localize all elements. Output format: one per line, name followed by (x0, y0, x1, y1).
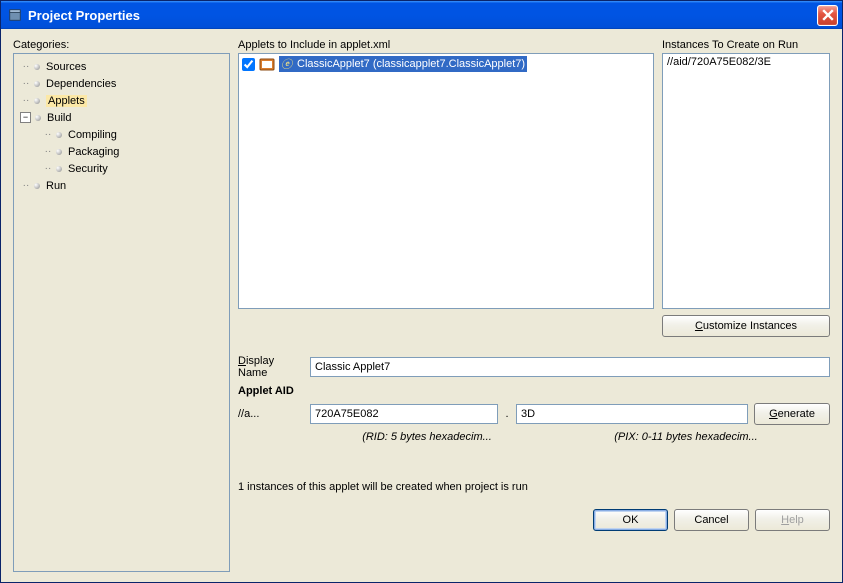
instances-listbox[interactable]: //aid/720A75E082/3E (662, 53, 830, 309)
applets-listbox[interactable]: ⓔ ClassicApplet7 (classicapplet7.Classic… (238, 53, 654, 309)
bullet-icon (34, 98, 40, 104)
tree-item-label: Sources (46, 61, 86, 73)
window-title: Project Properties (28, 8, 817, 23)
applet-aid-label: Applet AID (238, 385, 294, 397)
tree-item-applets[interactable]: ·· Applets (14, 92, 229, 109)
aid-separator: . (504, 408, 510, 420)
project-properties-window: Project Properties Categories: ·· Source… (0, 0, 843, 583)
status-text: 1 instances of this applet will be creat… (238, 481, 830, 493)
rid-hint: (RID: 5 bytes hexadecim... (312, 431, 542, 443)
aid-prefix-label: //a... (238, 408, 304, 420)
right-panel: Applets to Include in applet.xml ⓔ Class… (238, 39, 830, 572)
dialog-button-row: OK Cancel Help (238, 509, 830, 531)
tree-item-label: Packaging (68, 146, 119, 158)
tree-item-run[interactable]: ·· Run (14, 177, 229, 194)
applet-icon (259, 56, 275, 72)
categories-label: Categories: (13, 39, 230, 51)
instance-item[interactable]: //aid/720A75E082/3E (663, 54, 829, 70)
bullet-icon (56, 149, 62, 155)
main-area: Categories: ·· Sources ·· Dependencies ·… (13, 39, 830, 572)
pix-input[interactable] (516, 404, 748, 424)
tree-item-compiling[interactable]: ·· Compiling (14, 126, 229, 143)
class-glyph-icon: ⓔ (281, 56, 292, 72)
tree-item-label: Security (68, 163, 108, 175)
display-name-input[interactable] (310, 357, 830, 377)
tree-item-build[interactable]: − Build (14, 109, 229, 126)
pix-hint: (PIX: 0-11 bytes hexadecim... (542, 431, 830, 443)
bullet-icon (56, 166, 62, 172)
bullet-icon (56, 132, 62, 138)
app-icon (7, 7, 23, 23)
applet-selected-text: ⓔ ClassicApplet7 (classicapplet7.Classic… (279, 56, 527, 72)
close-icon (822, 9, 834, 21)
applet-checkbox[interactable] (242, 58, 255, 71)
customize-row: Customize Instances (238, 315, 830, 337)
rid-input[interactable] (310, 404, 498, 424)
bullet-icon (34, 183, 40, 189)
tree-item-packaging[interactable]: ·· Packaging (14, 143, 229, 160)
tree-item-label: Run (46, 180, 66, 192)
collapse-icon[interactable]: − (20, 112, 31, 123)
applet-aid-row: //a... . Generate (238, 403, 830, 425)
tree-item-dependencies[interactable]: ·· Dependencies (14, 75, 229, 92)
applet-row[interactable]: ⓔ ClassicApplet7 (classicapplet7.Classic… (239, 54, 653, 74)
customize-instances-button[interactable]: Customize Instances (662, 315, 830, 337)
help-button[interactable]: Help (755, 509, 830, 531)
applet-aid-heading-row: Applet AID (238, 385, 830, 397)
bullet-icon (35, 115, 41, 121)
applet-name: ClassicApplet7 (classicapplet7.ClassicAp… (297, 58, 525, 70)
ok-button[interactable]: OK (593, 509, 668, 531)
tree-item-security[interactable]: ·· Security (14, 160, 229, 177)
instances-column: Instances To Create on Run //aid/720A75E… (662, 39, 830, 309)
applets-label: Applets to Include in applet.xml (238, 39, 654, 51)
categories-tree[interactable]: ·· Sources ·· Dependencies ·· Applets − … (13, 53, 230, 572)
titlebar: Project Properties (1, 1, 842, 29)
tree-item-sources[interactable]: ·· Sources (14, 58, 229, 75)
aid-hints-row: (RID: 5 bytes hexadecim... (PIX: 0-11 by… (238, 431, 830, 443)
display-name-row: Display Name (238, 355, 830, 379)
instances-label: Instances To Create on Run (662, 39, 830, 51)
generate-button[interactable]: Generate (754, 403, 830, 425)
categories-section: Categories: ·· Sources ·· Dependencies ·… (13, 39, 230, 572)
form-area: Display Name Applet AID //a... . Generat… (238, 355, 830, 443)
content-area: Categories: ·· Sources ·· Dependencies ·… (1, 29, 842, 582)
applets-column: Applets to Include in applet.xml ⓔ Class… (238, 39, 654, 309)
tree-item-label: Dependencies (46, 78, 116, 90)
tree-item-label: Build (47, 112, 71, 124)
close-button[interactable] (817, 5, 838, 26)
cancel-button[interactable]: Cancel (674, 509, 749, 531)
display-name-label: Display Name (238, 355, 304, 379)
top-lists: Applets to Include in applet.xml ⓔ Class… (238, 39, 830, 309)
tree-item-label: Compiling (68, 129, 117, 141)
bullet-icon (34, 81, 40, 87)
tree-item-label: Applets (46, 95, 87, 107)
bullet-icon (34, 64, 40, 70)
